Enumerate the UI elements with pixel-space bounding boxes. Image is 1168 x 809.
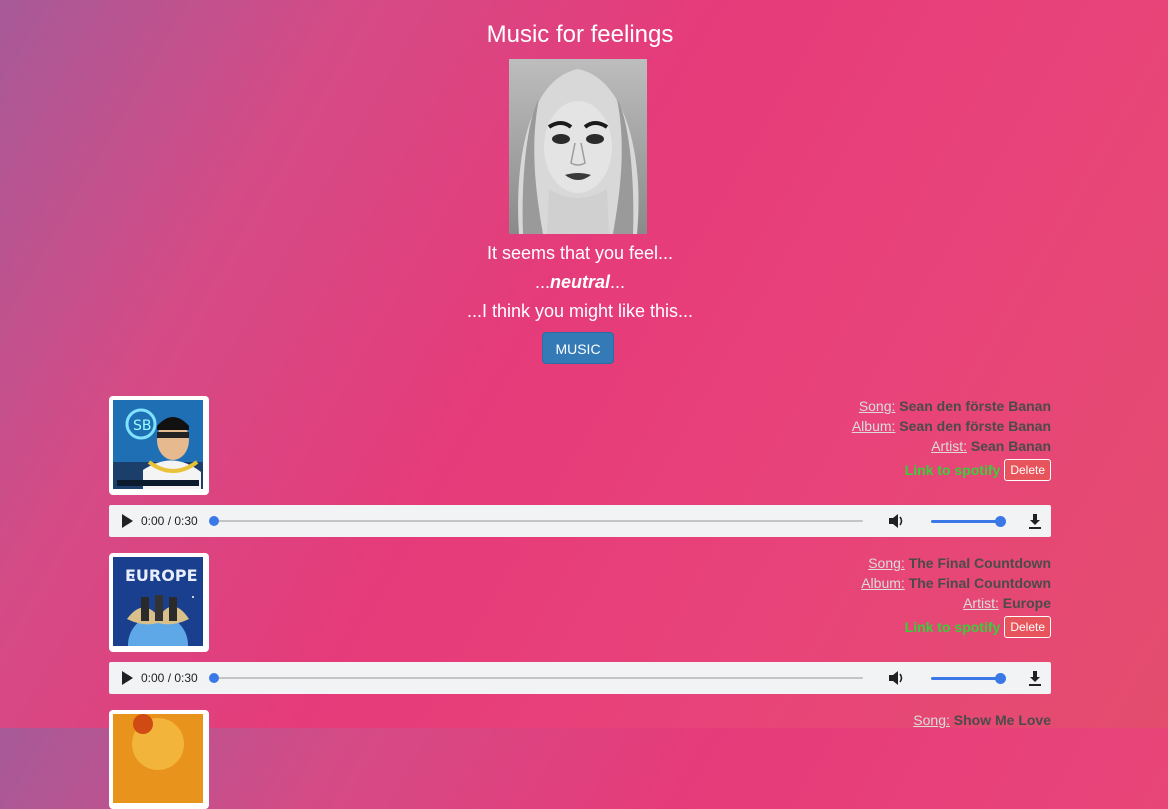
play-icon[interactable] bbox=[120, 671, 134, 685]
album-cover-europe-icon: EUROPE bbox=[113, 557, 203, 646]
spotify-link[interactable]: Link to spotify bbox=[905, 460, 1001, 480]
album-label: Album: bbox=[851, 418, 896, 434]
volume-handle[interactable] bbox=[995, 516, 1006, 527]
album-title: The Final Countdown bbox=[908, 575, 1051, 591]
seek-bar[interactable] bbox=[209, 516, 863, 526]
emotion-portrait-image bbox=[509, 59, 647, 234]
current-time: 0:00 bbox=[141, 514, 165, 528]
delete-button[interactable]: Delete bbox=[1004, 616, 1051, 638]
download-icon[interactable] bbox=[1027, 513, 1043, 529]
volume-icon[interactable] bbox=[887, 512, 905, 530]
volume-handle[interactable] bbox=[995, 673, 1006, 684]
volume-slider[interactable] bbox=[931, 516, 1006, 527]
track-meta: Song: Show Me Love bbox=[913, 710, 1051, 730]
portrait-graphic bbox=[509, 59, 647, 234]
song-label: Song: bbox=[913, 712, 950, 728]
audio-player: 0:00 / 0:30 bbox=[109, 505, 1051, 537]
page-title: Music for feelings bbox=[486, 21, 674, 48]
artist-name: Europe bbox=[1002, 595, 1051, 611]
artist-label: Artist: bbox=[963, 595, 999, 611]
svg-text:EUROPE: EUROPE bbox=[125, 566, 198, 585]
current-time: 0:00 bbox=[141, 671, 165, 685]
album-cover-thumbnail: EUROPE bbox=[109, 553, 209, 652]
song-label: Song: bbox=[858, 398, 896, 414]
emotion-prefix-ellipsis: ... bbox=[534, 272, 550, 292]
suggestion-text: ...I think you might like this... bbox=[466, 301, 694, 321]
artist-name: Sean Banan bbox=[970, 438, 1051, 454]
seek-handle[interactable] bbox=[209, 673, 219, 683]
album-label: Album: bbox=[861, 575, 905, 591]
spotify-link[interactable]: Link to spotify bbox=[905, 617, 1001, 637]
download-icon[interactable] bbox=[1027, 670, 1043, 686]
feeling-intro-text: It seems that you feel... bbox=[486, 243, 674, 263]
emotion-suffix-ellipsis: ... bbox=[610, 272, 626, 292]
album-cover-show-me-love-icon bbox=[113, 714, 203, 803]
artist-label: Artist: bbox=[931, 438, 967, 454]
track-meta: Song: The Final Countdown Album: The Fin… bbox=[861, 553, 1051, 639]
volume-icon[interactable] bbox=[887, 669, 905, 687]
time-display: 0:00 / 0:30 bbox=[141, 514, 198, 528]
duration: 0:30 bbox=[174, 671, 198, 685]
song-title: Show Me Love bbox=[953, 712, 1051, 728]
music-button[interactable]: MUSIC bbox=[542, 332, 614, 364]
duration: 0:30 bbox=[174, 514, 198, 528]
play-icon[interactable] bbox=[120, 514, 134, 528]
song-title: Sean den förste Banan bbox=[899, 398, 1051, 414]
audio-player: 0:00 / 0:30 bbox=[109, 662, 1051, 694]
detected-emotion: neutral bbox=[549, 272, 610, 292]
delete-button[interactable]: Delete bbox=[1004, 459, 1051, 481]
album-cover-thumbnail: SB bbox=[109, 396, 209, 495]
album-cover-sean-banan-icon: SB bbox=[113, 400, 203, 489]
seek-handle[interactable] bbox=[209, 516, 219, 526]
detected-emotion-line: ...neutral... bbox=[0, 271, 1160, 293]
song-label: Song: bbox=[868, 555, 905, 571]
album-title: Sean den förste Banan bbox=[899, 418, 1051, 434]
track-meta: Song: Sean den förste Banan Album: Sean … bbox=[852, 396, 1051, 482]
song-title: The Final Countdown bbox=[908, 555, 1051, 571]
time-display: 0:00 / 0:30 bbox=[141, 671, 198, 685]
seek-bar[interactable] bbox=[209, 673, 863, 683]
volume-slider[interactable] bbox=[931, 673, 1006, 684]
svg-text:SB: SB bbox=[133, 418, 152, 434]
album-cover-thumbnail bbox=[109, 710, 209, 809]
